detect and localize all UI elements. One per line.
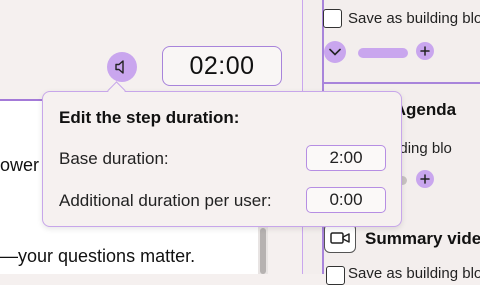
additional-duration-label: Additional duration per user: <box>59 191 272 210</box>
save-building-block-checkbox[interactable] <box>323 9 342 28</box>
canvas-scrollbar-thumb[interactable] <box>260 228 266 274</box>
save-building-block-label: Save as building blo <box>348 10 480 27</box>
save-building-block-checkbox[interactable] <box>326 266 345 285</box>
plus-icon <box>420 174 430 184</box>
audio-button[interactable] <box>107 52 137 82</box>
add-step-button[interactable] <box>416 42 434 60</box>
step-timer[interactable]: 02:00 <box>162 46 282 86</box>
video-camera-icon <box>330 232 350 244</box>
base-duration-input[interactable]: 2:00 <box>306 145 386 171</box>
base-duration-label: Base duration: <box>59 149 169 168</box>
popover-title: Edit the step duration: <box>59 108 240 127</box>
canvas-text: —your questions matter. <box>0 246 196 266</box>
video-step-icon <box>324 223 356 253</box>
summary-video-title[interactable]: Summary vide <box>365 229 480 249</box>
agenda-separator <box>324 82 480 84</box>
add-step-button[interactable] <box>416 170 434 188</box>
speaker-icon <box>115 60 124 74</box>
duration-bar[interactable] <box>358 48 408 58</box>
canvas-text: ower <box>0 155 40 175</box>
collapse-button[interactable] <box>324 41 346 63</box>
chevron-down-icon <box>329 48 341 56</box>
additional-duration-input[interactable]: 0:00 <box>306 187 386 213</box>
plus-icon <box>420 46 430 56</box>
